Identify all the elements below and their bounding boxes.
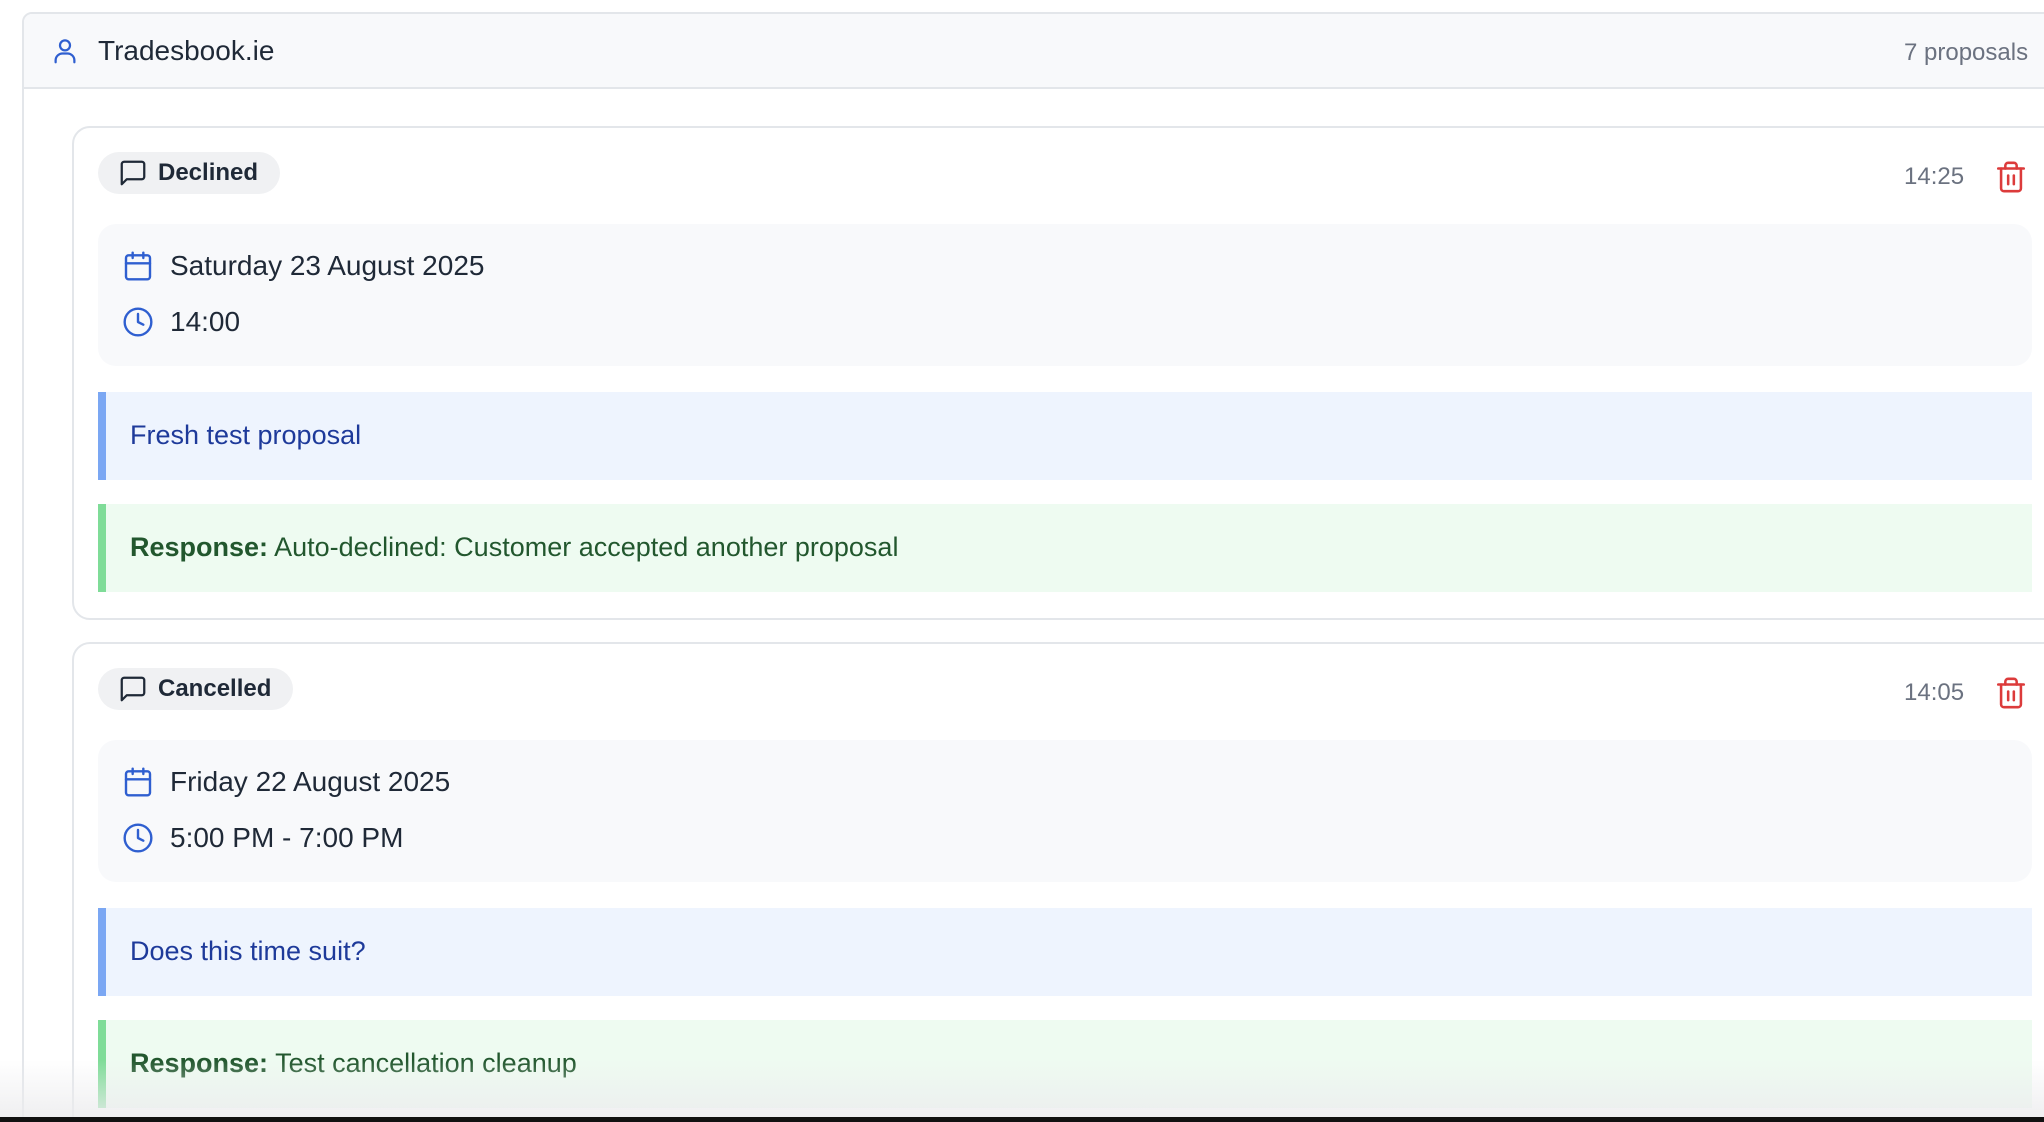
- response-body: Auto-declined: Customer accepted another…: [274, 532, 899, 562]
- message-square-icon: [120, 160, 146, 186]
- message-text: Does this time suit?: [130, 936, 366, 966]
- proposal-timestamp: 14:25: [1904, 163, 1965, 190]
- message-text: Fresh test proposal: [130, 420, 362, 450]
- response-label: Response:: [130, 532, 269, 562]
- proposal-count: 7 proposals: [1904, 39, 2029, 66]
- proposal-time-slot: 14:00: [170, 306, 241, 337]
- proposal-response: Response: Auto-declined: Customer accept…: [98, 504, 2032, 592]
- user-icon: [50, 36, 80, 66]
- status-badge: Declined: [98, 152, 281, 194]
- trash-icon[interactable]: [1994, 676, 2028, 710]
- schedule-box: Friday 22 August 2025 5:00 PM - 7:00 PM: [98, 740, 2032, 882]
- delete-proposal-button[interactable]: [1994, 676, 2028, 710]
- calendar-icon: [124, 767, 152, 797]
- proposal-timestamp: 14:05: [1904, 679, 1965, 706]
- window-bottom-edge: [0, 1117, 2044, 1122]
- date-row: Saturday 23 August 2025: [122, 250, 484, 282]
- clock-icon: [123, 823, 153, 853]
- proposal-message: Does this time suit?: [98, 908, 2032, 996]
- time-row: 5:00 PM - 7:00 PM: [122, 822, 403, 854]
- status-label: Cancelled: [158, 675, 272, 702]
- date-row: Friday 22 August 2025: [122, 766, 450, 798]
- response-text: Response: Auto-declined: Customer accept…: [130, 532, 898, 563]
- calendar-icon: [124, 251, 152, 281]
- clock-icon: [123, 307, 153, 337]
- status-badge: Cancelled: [98, 668, 294, 710]
- status-label: Declined: [158, 159, 259, 186]
- proposal-message: Fresh test proposal: [98, 392, 2032, 480]
- panel-header: Tradesbook.ie 7 proposals: [24, 14, 2044, 89]
- proposal-date: Saturday 23 August 2025: [170, 250, 485, 281]
- delete-proposal-button[interactable]: [1994, 160, 2028, 194]
- trash-icon[interactable]: [1994, 160, 2028, 194]
- proposals-panel: Tradesbook.ie 7 proposals Declined 14:25: [22, 12, 2044, 1122]
- proposal-date: Friday 22 August 2025: [170, 766, 451, 797]
- time-row: 14:00: [122, 306, 240, 338]
- proposal-card: Declined 14:25 Saturday 23 August 2025 1…: [72, 126, 2044, 620]
- message-square-icon: [120, 676, 146, 702]
- screen: Tradesbook.ie 7 proposals Declined 14:25: [0, 0, 2044, 1122]
- contact-name: Tradesbook.ie: [98, 35, 275, 66]
- schedule-box: Saturday 23 August 2025 14:00: [98, 224, 2032, 366]
- proposal-card: Cancelled 14:05 Friday 22 August 2025 5:…: [72, 642, 2044, 1122]
- scroll-fade: [0, 1060, 2044, 1118]
- proposal-time-slot: 5:00 PM - 7:00 PM: [170, 822, 404, 853]
